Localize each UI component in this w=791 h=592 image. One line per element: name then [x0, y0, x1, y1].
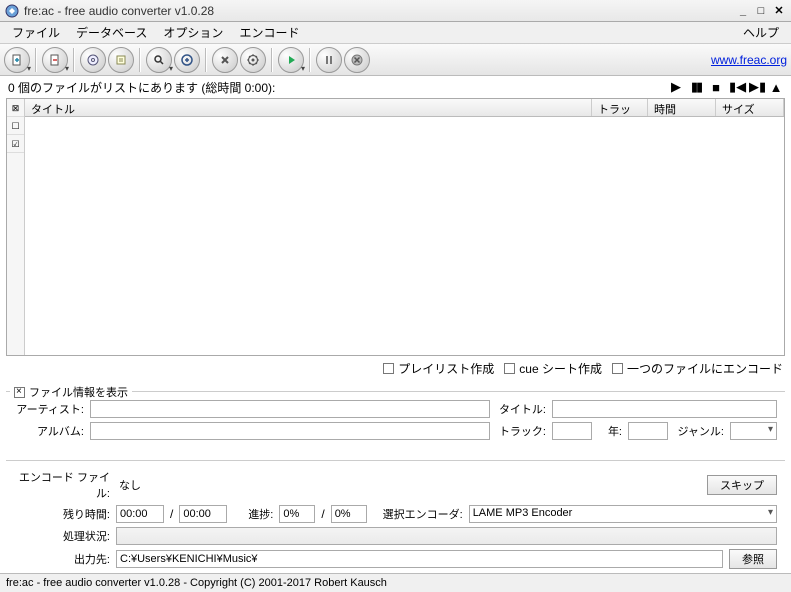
singlefile-checkbox[interactable]: 一つのファイルにエンコード: [612, 360, 783, 377]
table-body: [25, 117, 784, 355]
genre-label: ジャンル:: [674, 423, 724, 439]
footer-text: fre:ac - free audio converter v1.0.28 - …: [6, 577, 387, 589]
col-track[interactable]: トラック: [592, 99, 648, 116]
stop-button[interactable]: [344, 47, 370, 73]
list-status-row: 0 個のファイルがリストにあります (総時間 0:00): ▶ ▮▮ ■ ▮◀ …: [0, 76, 791, 98]
encode-button[interactable]: ▾: [278, 47, 304, 73]
col-size[interactable]: サイズ: [716, 99, 784, 116]
remove-file-button[interactable]: ▾: [42, 47, 68, 73]
freac-link[interactable]: www.freac.org: [711, 53, 787, 67]
app-icon: [4, 3, 20, 19]
list-status-text: 0 個のファイルがリストにあります (総時間 0:00):: [8, 79, 275, 96]
stop-icon[interactable]: ■: [709, 80, 723, 95]
elapsed-label: 残り時間:: [14, 506, 110, 522]
menu-options[interactable]: オプション: [155, 22, 231, 43]
close-button[interactable]: ✕: [771, 4, 787, 18]
pause-icon[interactable]: ▮▮: [689, 79, 703, 95]
track-input[interactable]: [552, 422, 592, 440]
title-input[interactable]: [552, 400, 777, 418]
artist-label: アーティスト:: [14, 401, 84, 417]
menu-encode[interactable]: エンコード: [231, 22, 307, 43]
singlefile-label: 一つのファイルにエンコード: [627, 360, 783, 377]
search-button[interactable]: ▾: [146, 47, 172, 73]
prev-icon[interactable]: ▮◀: [729, 79, 743, 95]
cd-button[interactable]: [80, 47, 106, 73]
play-icon[interactable]: ▶: [669, 79, 683, 95]
browse-button[interactable]: 参照: [729, 549, 777, 569]
progress-bar: [116, 527, 777, 545]
fileinfo-toggle[interactable]: ×: [14, 387, 25, 398]
fileinfo-group-label: ファイル情報を表示: [29, 384, 128, 400]
col-time[interactable]: 時間: [648, 99, 716, 116]
output-input[interactable]: [116, 550, 723, 568]
file-table: ⊠ ☐ ☑ タイトル トラック 時間 サイズ: [6, 98, 785, 356]
encode-file-label: エンコード ファイル:: [14, 469, 110, 501]
row-check-1[interactable]: ☐: [7, 117, 24, 135]
total-value: [179, 505, 227, 523]
year-label: 年:: [598, 423, 622, 439]
progress1: [279, 505, 315, 523]
toolbar: ▾ ▾ ▾ ▾ www.freac.org: [0, 44, 791, 76]
submit-button[interactable]: [174, 47, 200, 73]
state-label: 処理状況:: [14, 528, 110, 544]
album-label: アルバム:: [14, 423, 84, 439]
encoder-label: 選択エンコーダ:: [373, 506, 463, 522]
year-input[interactable]: [628, 422, 668, 440]
encoder-select[interactable]: LAME MP3 Encoder: [469, 505, 777, 523]
output-label: 出力先:: [14, 551, 110, 567]
encode-file-value: なし: [116, 476, 701, 494]
next-icon[interactable]: ▶▮: [749, 79, 763, 95]
title-label: タイトル:: [496, 401, 546, 417]
playlist-checkbox[interactable]: プレイリスト作成: [383, 360, 494, 377]
table-header: タイトル トラック 時間 サイズ: [25, 99, 784, 117]
row-check-2[interactable]: ☑: [7, 135, 24, 153]
elapsed-value: [116, 505, 164, 523]
eject-icon[interactable]: ▲: [769, 80, 783, 95]
minimize-button[interactable]: _: [735, 4, 751, 18]
artist-input[interactable]: [90, 400, 490, 418]
player-controls: ▶ ▮▮ ■ ▮◀ ▶▮ ▲: [669, 79, 783, 95]
progress2: [331, 505, 367, 523]
encode-options-row: プレイリスト作成 cue シート作成 一つのファイルにエンコード: [0, 356, 791, 381]
settings-button[interactable]: [212, 47, 238, 73]
cuesheet-checkbox[interactable]: cue シート作成: [504, 360, 602, 377]
menu-file[interactable]: ファイル: [4, 22, 68, 43]
menu-database[interactable]: データベース: [68, 22, 155, 43]
titlebar: fre:ac - free audio converter v1.0.28 _ …: [0, 0, 791, 22]
menu-help[interactable]: ヘルプ: [735, 22, 787, 43]
cuesheet-label: cue シート作成: [519, 360, 602, 377]
cddb-button[interactable]: [108, 47, 134, 73]
add-file-button[interactable]: ▾: [4, 47, 30, 73]
gear-button[interactable]: [240, 47, 266, 73]
status-bar: fre:ac - free audio converter v1.0.28 - …: [0, 573, 791, 592]
progress-label: 進捗:: [233, 506, 273, 522]
playlist-label: プレイリスト作成: [398, 360, 494, 377]
file-info-group: ×ファイル情報を表示 アーティスト: タイトル: アルバム: トラック: 年: …: [6, 391, 785, 450]
pause-button[interactable]: [316, 47, 342, 73]
encode-group: エンコード ファイル: なし スキップ 残り時間: / 進捗: / 選択エンコー…: [6, 460, 785, 579]
menubar: ファイル データベース オプション エンコード ヘルプ: [0, 22, 791, 44]
track-label: トラック:: [496, 423, 546, 439]
skip-button[interactable]: スキップ: [707, 475, 777, 495]
genre-select[interactable]: [730, 422, 777, 440]
maximize-button[interactable]: □: [753, 4, 769, 18]
window-title: fre:ac - free audio converter v1.0.28: [24, 4, 735, 18]
header-check[interactable]: ⊠: [7, 99, 24, 117]
col-title[interactable]: タイトル: [25, 99, 592, 116]
album-input[interactable]: [90, 422, 490, 440]
